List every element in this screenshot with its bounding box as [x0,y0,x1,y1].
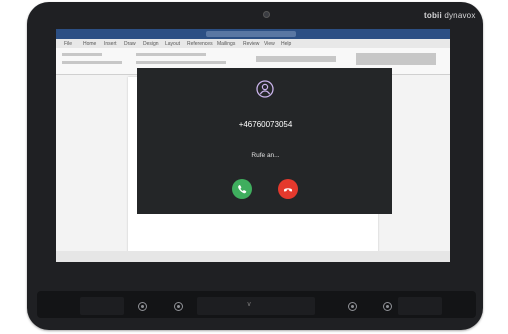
ribbon-group [256,56,336,62]
bottom-speaker [80,297,124,315]
hardware-button-icon[interactable] [138,302,147,311]
hardware-button-icon[interactable] [174,302,183,311]
ribbon-group [136,53,206,56]
menu-item[interactable]: Help [281,41,291,47]
status-bar [56,251,450,262]
hang-up-icon [284,188,292,192]
ribbon-group [136,61,226,64]
phone-number: +46760073054 [238,120,293,129]
chevron-down-icon: ∨ [246,301,252,308]
ribbon-group [356,53,436,65]
bottom-speaker [398,297,442,315]
bottom-speaker [197,297,315,315]
menu-item[interactable]: Layout [165,41,180,47]
menu-item[interactable]: Review [243,41,259,47]
menu-item[interactable]: Home [83,41,96,47]
titlebar-title-placeholder [206,31,296,37]
menu-item[interactable]: Design [143,41,159,47]
decline-call-button[interactable] [278,179,298,199]
hardware-button-icon[interactable] [383,302,392,311]
menu-item[interactable]: Draw [124,41,136,47]
hardware-button-icon[interactable] [348,302,357,311]
menu-bar: File Home Insert Draw Design Layout Refe… [56,39,450,48]
menu-item[interactable]: View [264,41,275,47]
menu-item[interactable]: File [64,41,72,47]
menu-item[interactable]: References [187,41,213,47]
app-titlebar [56,29,450,39]
phone-icon [238,185,247,194]
accept-call-button[interactable] [232,179,252,199]
call-status: Rufe an... [251,152,280,159]
ribbon-group [62,53,102,56]
camera-icon [263,11,270,18]
ribbon-group [62,61,122,64]
user-circle-icon [256,80,274,98]
menu-item[interactable]: Mailings [217,41,235,47]
menu-item[interactable]: Insert [104,41,117,47]
brand-logo: tobii dynavox [424,11,476,20]
